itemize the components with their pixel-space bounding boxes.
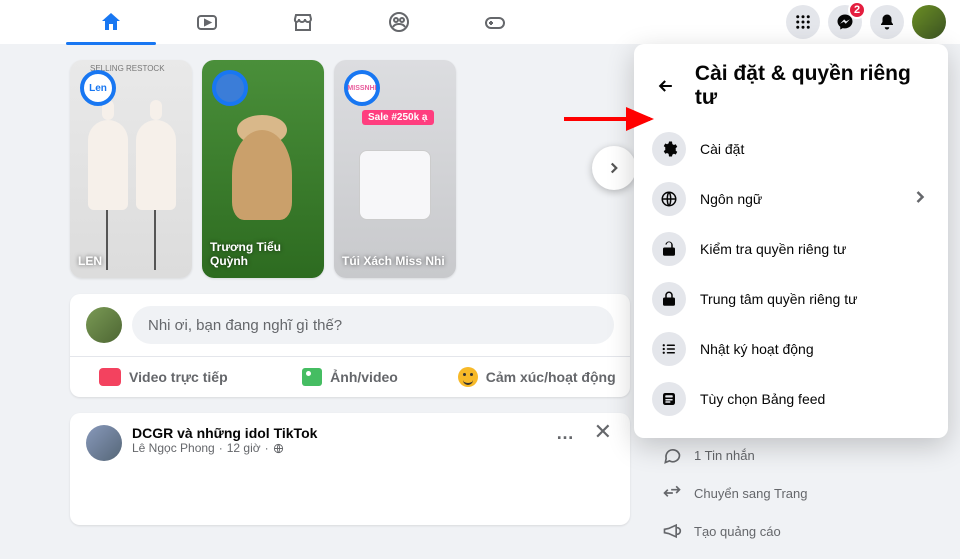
composer-avatar[interactable] <box>86 307 122 343</box>
feeling-icon <box>458 367 478 387</box>
messenger-button[interactable]: 2 <box>828 5 862 39</box>
menu-privacy-center[interactable]: Trung tâm quyền riêng tư <box>642 274 940 324</box>
stories-tray: SELLING RESTOCK Len LEN Trương Tiểu Quỳn… <box>70 60 630 278</box>
composer-live-button[interactable]: Video trực tiếp <box>70 357 257 397</box>
post-subtitle: Lê Ngọc Phong · 12 giờ · <box>132 441 614 455</box>
lock-icon <box>652 282 686 316</box>
composer-photo-button[interactable]: Ảnh/video <box>257 357 444 397</box>
list-icon <box>652 332 686 366</box>
gear-icon <box>652 132 686 166</box>
right-item-switch[interactable]: Chuyển sang Trang <box>662 483 807 503</box>
story-avatar <box>212 70 248 106</box>
globe-icon <box>652 182 686 216</box>
sale-badge: Sale #250k ạ <box>362 110 434 125</box>
nav-active-indicator <box>66 42 156 45</box>
story-name: Trương Tiểu Quỳnh <box>210 240 316 268</box>
menu-settings[interactable]: Cài đặt <box>642 124 940 174</box>
chevron-right-icon <box>910 187 930 212</box>
settings-privacy-panel: Cài đặt & quyền riêng tư Cài đặt Ngôn ng… <box>634 44 948 438</box>
lock-open-icon <box>652 232 686 266</box>
nav-groups[interactable] <box>382 5 416 39</box>
globe-icon <box>273 443 284 454</box>
post-close-button[interactable]: ✕ <box>594 419 612 445</box>
composer-feeling-button[interactable]: Cảm xúc/hoạt động <box>443 357 630 397</box>
photo-icon <box>302 368 322 386</box>
story-card[interactable]: Sale #250k ạ MISSNHI Túi Xách Miss Nhi <box>334 60 456 278</box>
feed-icon <box>652 382 686 416</box>
panel-back-button[interactable] <box>652 71 681 101</box>
story-name: LEN <box>78 254 184 268</box>
menu-language[interactable]: Ngôn ngữ <box>642 174 940 224</box>
menu-feed-options[interactable]: Tùy chọn Bảng feed <box>642 374 940 424</box>
post-card: DCGR và những idol TikTok Lê Ngọc Phong … <box>70 413 630 525</box>
composer-card: Nhi ơi, bạn đang nghĩ gì thế? Video trực… <box>70 294 630 397</box>
nav-watch[interactable] <box>190 5 224 39</box>
switch-icon <box>662 483 682 503</box>
menu-privacy-check[interactable]: Kiểm tra quyền riêng tư <box>642 224 940 274</box>
story-name: Túi Xách Miss Nhi <box>342 254 448 268</box>
story-card[interactable]: SELLING RESTOCK Len LEN <box>70 60 192 278</box>
post-title[interactable]: DCGR và những idol TikTok <box>86 425 614 441</box>
right-item-ads[interactable]: Tạo quảng cáo <box>662 521 807 541</box>
message-icon <box>662 445 682 465</box>
video-live-icon <box>99 368 121 386</box>
nav-marketplace[interactable] <box>286 5 320 39</box>
menu-activity-log[interactable]: Nhật ký hoạt động <box>642 324 940 374</box>
nav-gaming[interactable] <box>478 5 512 39</box>
composer-input[interactable]: Nhi ơi, bạn đang nghĩ gì thế? <box>132 306 614 344</box>
post-more-button[interactable]: … <box>556 423 576 444</box>
megaphone-icon <box>662 521 682 541</box>
story-avatar: Len <box>80 70 116 106</box>
notifications-button[interactable] <box>870 5 904 39</box>
story-avatar: MISSNHI <box>344 70 380 106</box>
top-nav: 2 <box>0 0 960 44</box>
stories-next-button[interactable] <box>592 146 636 190</box>
nav-home[interactable] <box>94 5 128 39</box>
post-avatar[interactable] <box>86 425 122 461</box>
right-item-message[interactable]: 1 Tin nhắn <box>662 445 807 465</box>
panel-title: Cài đặt & quyền riêng tư <box>695 62 930 110</box>
messenger-badge: 2 <box>848 1 866 19</box>
story-card[interactable]: Trương Tiểu Quỳnh <box>202 60 324 278</box>
account-avatar[interactable] <box>912 5 946 39</box>
menu-apps-button[interactable] <box>786 5 820 39</box>
